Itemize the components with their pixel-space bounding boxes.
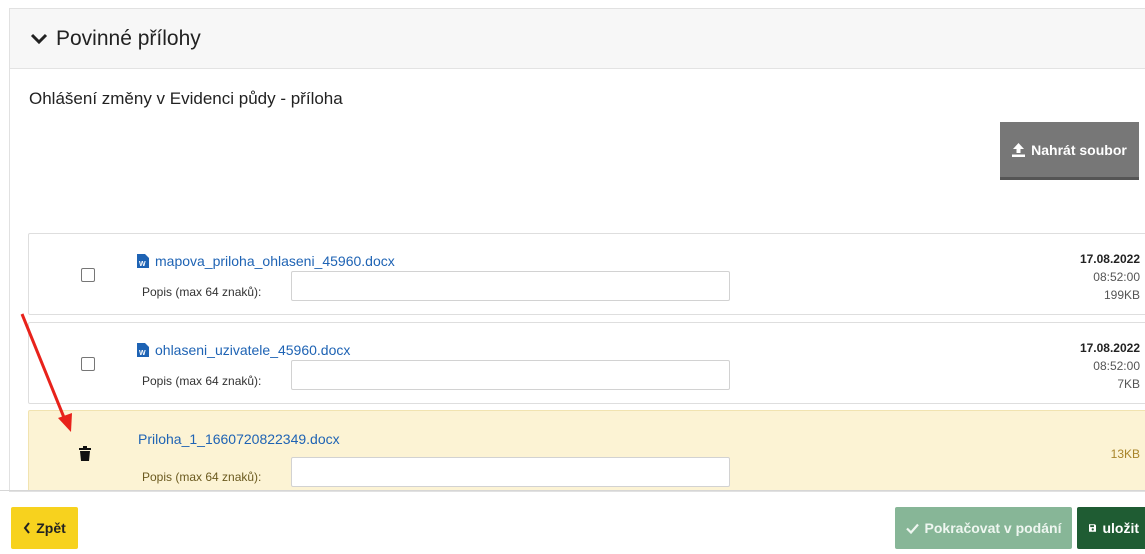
file-meta: 13KB <box>1111 445 1140 463</box>
file-name: ohlaseni_uzivatele_45960.docx <box>155 342 351 358</box>
svg-text:W: W <box>139 350 146 357</box>
file-name: Priloha_1_1660720822349.docx <box>138 431 340 447</box>
file-date: 17.08.2022 <box>1079 341 1140 355</box>
mandatory-attachments-panel: Povinné přílohy Ohlášení změny v Evidenc… <box>9 8 1145 492</box>
attachment-subtitle: Ohlášení změny v Evidenci půdy - příloha <box>29 89 343 108</box>
floppy-disk-icon <box>1089 524 1097 532</box>
save-button[interactable]: uložit <box>1077 507 1145 549</box>
trash-icon[interactable] <box>79 446 91 461</box>
file-time: 08:52:00 <box>1093 270 1140 284</box>
word-file-icon: W <box>137 254 149 268</box>
description-input[interactable] <box>291 457 730 487</box>
chevron-down-icon <box>30 33 48 44</box>
file-meta: 17.08.2022 08:52:00 199KB <box>1080 250 1140 304</box>
file-meta: 17.08.2022 08:52:00 7KB <box>1080 339 1140 393</box>
footer-divider <box>0 490 1145 491</box>
continue-button-label: Pokračovat v podání <box>924 520 1062 536</box>
section-title: Povinné přílohy <box>56 26 201 50</box>
file-link[interactable]: Priloha_1_1660720822349.docx <box>138 431 340 447</box>
chevron-left-icon <box>23 522 30 534</box>
upload-file-button[interactable]: Nahrát soubor <box>1000 122 1139 180</box>
back-button[interactable]: Zpět <box>11 507 78 549</box>
file-date: 17.08.2022 <box>1079 252 1140 266</box>
save-button-label: uložit <box>1102 520 1139 536</box>
file-size: 199KB <box>1103 288 1140 302</box>
file-row: W ohlaseni_uzivatele_45960.docx Popis (m… <box>28 322 1145 404</box>
file-name: mapova_priloha_ohlaseni_45960.docx <box>155 253 395 269</box>
continue-submission-button[interactable]: Pokračovat v podání <box>895 507 1072 549</box>
file-link[interactable]: W ohlaseni_uzivatele_45960.docx <box>137 342 350 358</box>
back-button-label: Zpět <box>36 520 66 536</box>
description-input[interactable] <box>291 360 730 390</box>
section-header[interactable]: Povinné přílohy <box>10 9 1145 69</box>
file-link[interactable]: W mapova_priloha_ohlaseni_45960.docx <box>137 253 395 269</box>
description-label: Popis (max 64 znaků): <box>142 285 262 299</box>
upload-button-label: Nahrát soubor <box>1031 141 1127 158</box>
file-row-highlighted: Priloha_1_1660720822349.docx Popis (max … <box>28 410 1145 491</box>
check-icon <box>905 523 919 534</box>
word-file-icon: W <box>137 343 149 357</box>
upload-icon <box>1012 142 1026 157</box>
svg-text:W: W <box>139 261 146 268</box>
file-select-checkbox[interactable] <box>81 268 95 282</box>
description-label: Popis (max 64 znaků): <box>142 374 262 388</box>
file-time: 08:52:00 <box>1093 359 1140 373</box>
file-size: 7KB <box>1117 377 1140 391</box>
description-label: Popis (max 64 znaků): <box>142 470 262 484</box>
file-row: W mapova_priloha_ohlaseni_45960.docx Pop… <box>28 233 1145 315</box>
description-input[interactable] <box>291 271 730 301</box>
file-select-checkbox[interactable] <box>81 357 95 371</box>
file-size: 13KB <box>1110 447 1140 461</box>
